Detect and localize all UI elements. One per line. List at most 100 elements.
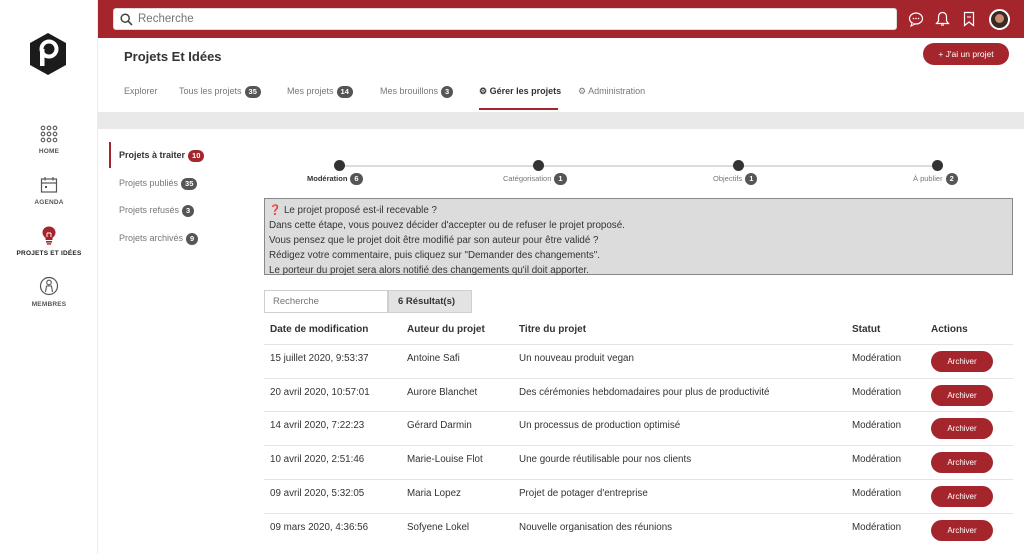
count-badge: 35	[181, 178, 198, 190]
chat-icon[interactable]	[908, 11, 924, 27]
subnav-item-refuses[interactable]: Projets refusés 3	[109, 197, 195, 223]
person-icon	[39, 276, 59, 296]
info-icon: ❓	[269, 205, 282, 216]
logo-icon[interactable]	[28, 32, 68, 76]
subnav-item-a-traiter[interactable]: Projets à traiter 10	[109, 142, 205, 168]
cell-title[interactable]: Une gourde réutilisable pour nos clients	[519, 454, 691, 465]
cell-title[interactable]: Projet de potager d'entreprise	[519, 488, 648, 499]
subnav-item-publies[interactable]: Projets publiés 35	[109, 170, 198, 196]
sidebar-item-label: MEMBRES	[31, 301, 67, 308]
table-header: Date de modification Auteur du projet Ti…	[264, 324, 1013, 344]
step-objectifs[interactable]: Objectifs 1	[713, 173, 758, 185]
count-badge: 3	[441, 86, 454, 98]
info-line: Vous pensez que le projet doit être modi…	[269, 235, 599, 246]
tab-administration[interactable]: ⚙ Administration	[578, 86, 645, 110]
count-badge: 6	[350, 173, 363, 185]
table-row[interactable]: 15 juillet 2020, 9:53:37 Antoine Safi Un…	[264, 344, 1013, 378]
archive-button[interactable]: Archiver	[931, 418, 993, 439]
top-bar	[98, 0, 1024, 38]
table-search-input[interactable]	[273, 292, 391, 311]
table-row[interactable]: 09 mars 2020, 4:36:56 Sofyene Lokel Nouv…	[264, 513, 1013, 547]
cell-title[interactable]: Nouvelle organisation des réunions	[519, 522, 672, 533]
column-header-date[interactable]: Date de modification	[270, 324, 368, 335]
count-badge: 2	[945, 173, 958, 185]
cell-author: Maria Lopez	[407, 488, 461, 499]
info-line: ❓ Le projet proposé est-il recevable ?	[269, 203, 1008, 218]
sidebar-item-label: AGENDA	[34, 199, 64, 206]
tab-label: Mes brouillons	[380, 86, 439, 96]
search-icon	[120, 13, 133, 26]
column-header-author[interactable]: Auteur du projet	[407, 324, 485, 335]
bookmark-icon[interactable]	[962, 11, 976, 27]
column-header-actions: Actions	[931, 324, 968, 335]
avatar[interactable]	[989, 9, 1010, 30]
archive-button[interactable]: Archiver	[931, 385, 993, 406]
divider-band	[98, 112, 1024, 129]
step-label: Catégorisation	[503, 174, 552, 183]
table-row[interactable]: 09 avril 2020, 5:32:05 Maria Lopez Proje…	[264, 479, 1013, 513]
cell-date: 20 avril 2020, 10:57:01	[270, 387, 370, 398]
tab-label: Tous les projets	[179, 86, 242, 96]
cell-status: Modération	[852, 522, 902, 533]
tab-label: Mes projets	[287, 86, 334, 96]
info-line: Le porteur du projet sera alors notifié …	[269, 265, 589, 276]
step-dot[interactable]	[533, 160, 544, 171]
search-input[interactable]	[138, 11, 878, 27]
global-search[interactable]	[113, 8, 897, 30]
tab-label: Gérer les projets	[489, 86, 562, 96]
table-row[interactable]: 14 avril 2020, 7:22:23 Gérard Darmin Un …	[264, 411, 1013, 445]
step-dot[interactable]	[733, 160, 744, 171]
cell-title[interactable]: Des cérémonies hebdomadaires pour plus d…	[519, 387, 770, 398]
bell-icon[interactable]	[935, 11, 950, 27]
archive-button[interactable]: Archiver	[931, 520, 993, 541]
cell-title[interactable]: Un processus de production optimisé	[519, 420, 680, 431]
step-dot[interactable]	[334, 160, 345, 171]
subnav-item-archives[interactable]: Projets archivés 9	[109, 225, 199, 251]
sidebar-item-agenda[interactable]: AGENDA	[0, 176, 98, 206]
info-line: Dans cette étape, vous pouvez décider d'…	[269, 220, 625, 231]
results-count: 6 Résultat(s)	[388, 290, 472, 313]
step-a-publier[interactable]: À publier 2	[913, 173, 958, 185]
table-row[interactable]: 20 avril 2020, 10:57:01 Aurore Blanchet …	[264, 378, 1013, 412]
table-search[interactable]	[264, 290, 391, 313]
step-dot[interactable]	[932, 160, 943, 171]
count-badge: 10	[188, 150, 205, 162]
step-categorisation[interactable]: Catégorisation 1	[503, 173, 567, 185]
tab-explorer[interactable]: Explorer	[124, 86, 158, 110]
cell-author: Aurore Blanchet	[407, 387, 478, 398]
subnav-label: Projets publiés	[119, 178, 179, 188]
lightbulb-icon	[42, 226, 56, 245]
column-header-status[interactable]: Statut	[852, 324, 880, 335]
tab-mes-brouillons[interactable]: Mes brouillons 3	[380, 86, 454, 110]
count-badge: 1	[554, 173, 567, 185]
archive-button[interactable]: Archiver	[931, 486, 993, 507]
gear-icon: ⚙	[479, 86, 488, 96]
count-badge: 9	[186, 233, 199, 245]
archive-button[interactable]: Archiver	[931, 351, 993, 372]
tab-gerer-les-projets[interactable]: ⚙ Gérer les projets	[479, 86, 561, 110]
tab-tous-les-projets[interactable]: Tous les projets 35	[179, 86, 261, 110]
sidebar-item-home[interactable]: HOME	[0, 125, 98, 155]
cell-date: 15 juillet 2020, 9:53:37	[270, 353, 369, 364]
gear-icon: ⚙	[578, 86, 587, 96]
calendar-icon	[40, 177, 58, 193]
subnav-label: Projets archivés	[119, 233, 184, 243]
column-header-title[interactable]: Titre du projet	[519, 324, 586, 335]
cell-status: Modération	[852, 488, 902, 499]
sidebar-item-label: PROJETS ET IDÉES	[16, 250, 82, 257]
sidebar: HOME AGENDA PROJETS ET IDÉES MEMBRES	[0, 0, 98, 554]
tab-mes-projets[interactable]: Mes projets 14	[287, 86, 353, 110]
cell-date: 10 avril 2020, 2:51:46	[270, 454, 365, 465]
cell-status: Modération	[852, 454, 902, 465]
sidebar-item-projets[interactable]: PROJETS ET IDÉES	[0, 225, 98, 257]
sidebar-item-membres[interactable]: MEMBRES	[0, 276, 98, 308]
step-moderation[interactable]: Modération 6	[307, 173, 363, 185]
step-label: À publier	[913, 174, 943, 183]
subnav-label: Projets à traiter	[119, 150, 186, 160]
archive-button[interactable]: Archiver	[931, 452, 993, 473]
table-row[interactable]: 10 avril 2020, 2:51:46 Marie-Louise Flot…	[264, 445, 1013, 479]
cell-author: Antoine Safi	[407, 353, 460, 364]
grid-icon	[40, 125, 58, 143]
add-project-button[interactable]: + J'ai un projet	[923, 43, 1009, 65]
cell-title[interactable]: Un nouveau produit vegan	[519, 353, 634, 364]
